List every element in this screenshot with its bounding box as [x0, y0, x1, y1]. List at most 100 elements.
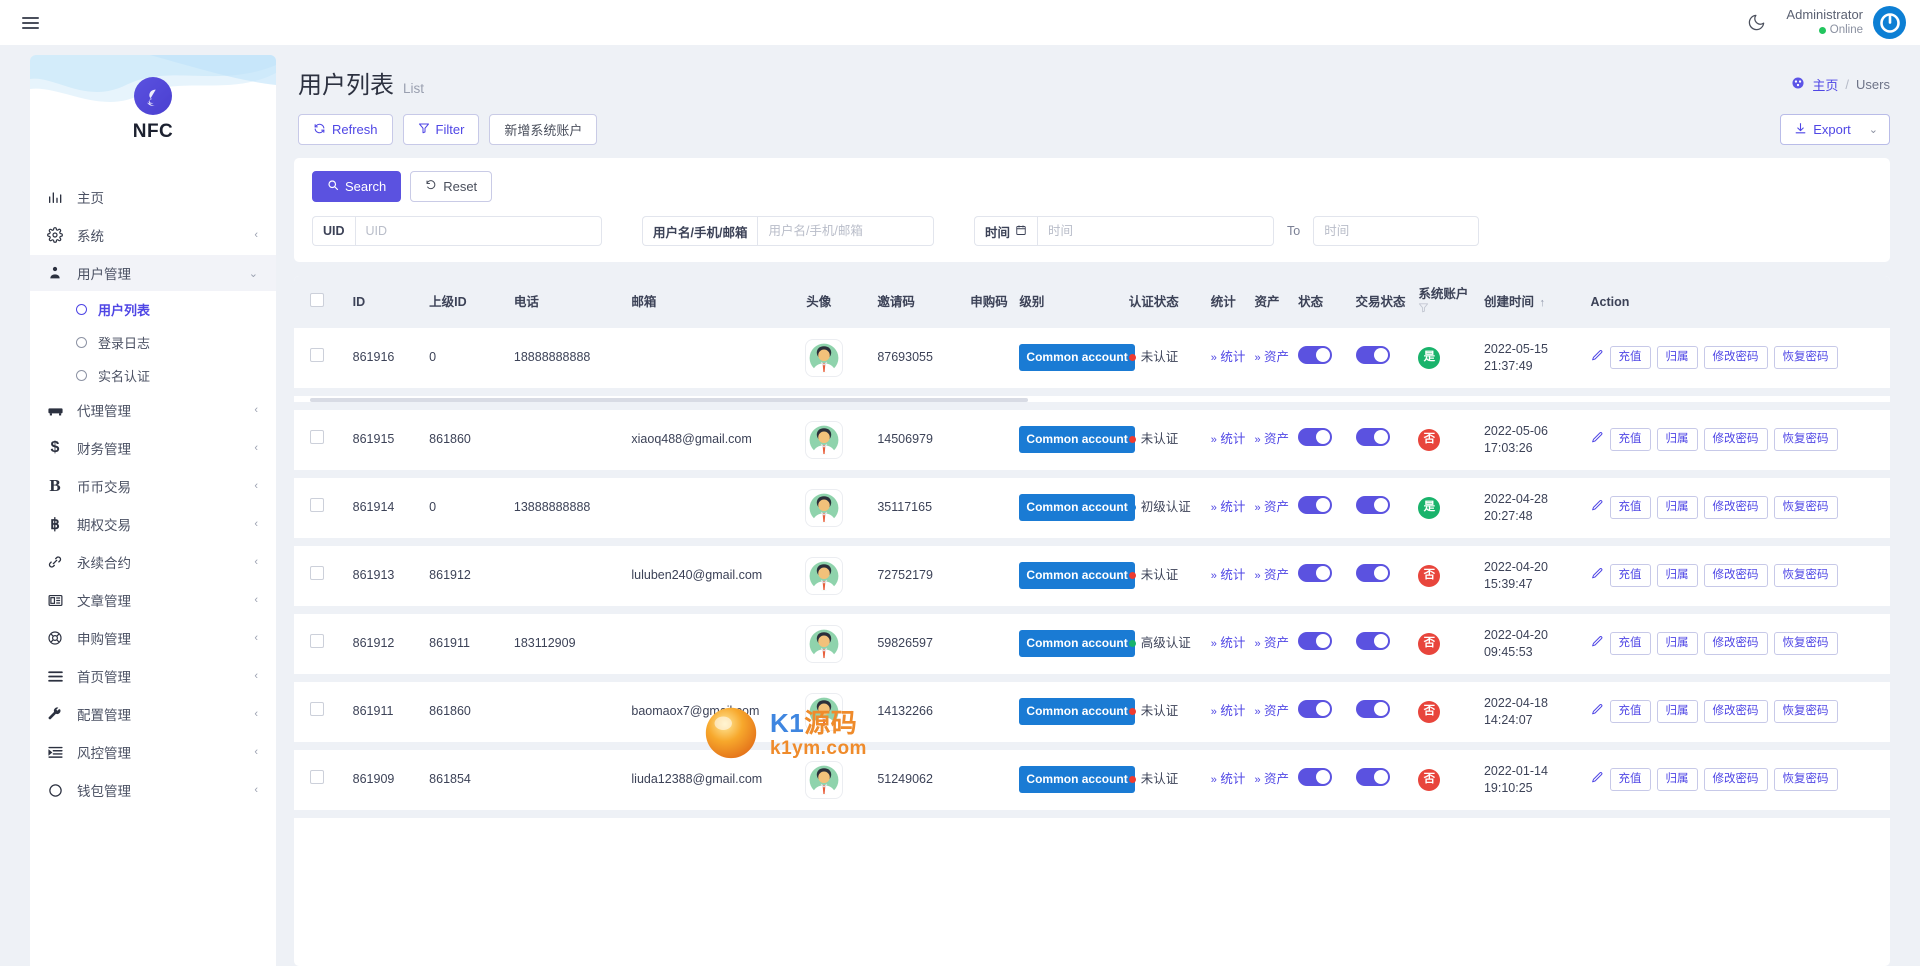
change-password-button[interactable]: 修改密码 — [1703, 346, 1768, 369]
trade-status-toggle[interactable] — [1355, 700, 1390, 719]
sidebar-item-finance-management[interactable]: $ 财务管理 ‹ — [30, 430, 276, 466]
reset-button[interactable]: Reset — [410, 171, 493, 202]
statistics-link[interactable]: » 统计 — [1211, 432, 1246, 446]
change-password-button[interactable]: 修改密码 — [1703, 700, 1768, 723]
sidebar-item-system[interactable]: 系统 ‹ — [30, 217, 276, 253]
attribution-button[interactable]: 归属 — [1656, 700, 1698, 723]
uid-input[interactable] — [354, 216, 602, 246]
assets-link[interactable]: » 资产 — [1254, 704, 1289, 718]
recharge-button[interactable]: 充值 — [1609, 496, 1651, 519]
pencil-icon[interactable] — [1591, 700, 1604, 716]
refresh-button[interactable]: Refresh — [298, 114, 393, 145]
sidebar-subitem-user-list[interactable]: 用户列表 — [30, 293, 276, 326]
username-input[interactable] — [757, 216, 934, 246]
funnel-icon[interactable] — [1418, 302, 1476, 317]
restore-password-button[interactable]: 恢复密码 — [1773, 768, 1838, 791]
select-all-checkbox[interactable] — [310, 292, 324, 307]
col-id[interactable]: ID — [348, 276, 426, 328]
statistics-link[interactable]: » 统计 — [1211, 568, 1246, 582]
sidebar-item-risk-management[interactable]: 风控管理 ‹ — [30, 734, 276, 770]
assets-link[interactable]: » 资产 — [1254, 772, 1289, 786]
assets-link[interactable]: » 资产 — [1254, 568, 1289, 582]
sidebar-item-config-management[interactable]: 配置管理 ‹ — [30, 696, 276, 732]
restore-password-button[interactable]: 恢复密码 — [1773, 564, 1838, 587]
start-time-input[interactable] — [1037, 216, 1274, 246]
row-checkbox[interactable] — [310, 430, 324, 445]
recharge-button[interactable]: 充值 — [1609, 632, 1651, 655]
restore-password-button[interactable]: 恢复密码 — [1773, 632, 1838, 655]
sidebar-subitem-real-name-auth[interactable]: 实名认证 — [30, 359, 276, 392]
recharge-button[interactable]: 充值 — [1609, 428, 1651, 451]
attribution-button[interactable]: 归属 — [1656, 428, 1698, 451]
row-checkbox[interactable] — [310, 634, 324, 649]
trade-status-toggle[interactable] — [1355, 428, 1390, 447]
col-level[interactable]: 级别 — [1015, 276, 1125, 328]
pencil-icon[interactable] — [1591, 564, 1604, 580]
change-password-button[interactable]: 修改密码 — [1703, 564, 1768, 587]
sidebar-item-option-trade[interactable]: ฿ 期权交易 ‹ — [30, 506, 276, 542]
add-system-account-button[interactable]: 新增系统账户 — [489, 114, 598, 145]
user-menu[interactable]: Administrator Online — [1786, 6, 1906, 39]
pencil-icon[interactable] — [1591, 632, 1604, 648]
table-row[interactable]: 861916 0 18888888888 87693055 Common account… — [294, 327, 1890, 396]
table-row[interactable]: 861913 861912 luluben240@gmail.com 72752179… — [294, 541, 1890, 614]
row-checkbox[interactable] — [310, 566, 324, 581]
pencil-icon[interactable] — [1591, 768, 1604, 784]
statistics-link[interactable]: » 统计 — [1211, 704, 1246, 718]
sidebar-item-coin-trade[interactable]: B 币币交易 ‹ — [30, 468, 276, 504]
col-invite-code[interactable]: 邀请码 — [873, 276, 967, 328]
status-toggle[interactable] — [1298, 700, 1333, 719]
col-phone[interactable]: 电话 — [509, 276, 628, 328]
pencil-icon[interactable] — [1591, 428, 1604, 444]
change-password-button[interactable]: 修改密码 — [1703, 632, 1768, 655]
assets-link[interactable]: » 资产 — [1254, 500, 1289, 514]
status-toggle[interactable] — [1298, 346, 1333, 365]
change-password-button[interactable]: 修改密码 — [1703, 768, 1768, 791]
pencil-icon[interactable] — [1591, 496, 1604, 512]
trade-status-toggle[interactable] — [1355, 346, 1390, 365]
sidebar-item-perpetual-contract[interactable]: 永续合约 ‹ — [30, 544, 276, 580]
sidebar-item-purchase-management[interactable]: 申购管理 ‹ — [30, 620, 276, 656]
row-checkbox[interactable] — [310, 348, 324, 363]
trade-status-toggle[interactable] — [1355, 768, 1390, 787]
moon-icon[interactable] — [1742, 9, 1770, 37]
statistics-link[interactable]: » 统计 — [1211, 500, 1246, 514]
sidebar-item-article-management[interactable]: 文章管理 ‹ — [30, 582, 276, 618]
change-password-button[interactable]: 修改密码 — [1703, 496, 1768, 519]
recharge-button[interactable]: 充值 — [1609, 700, 1651, 723]
table-scroll-area[interactable]: ID 上级ID 电话 邮箱 头像 邀请码 申购码 级别 认证状态 统计 资产 状… — [294, 276, 1890, 966]
filter-button[interactable]: Filter — [402, 114, 480, 145]
attribution-button[interactable]: 归属 — [1656, 564, 1698, 587]
assets-link[interactable]: » 资产 — [1254, 432, 1289, 446]
statistics-link[interactable]: » 统计 — [1211, 350, 1246, 364]
attribution-button[interactable]: 归属 — [1656, 346, 1698, 369]
row-checkbox[interactable] — [310, 702, 324, 717]
col-email[interactable]: 邮箱 — [627, 276, 803, 328]
export-button[interactable]: Export ⌄ — [1780, 114, 1890, 145]
search-button[interactable]: Search — [312, 171, 402, 202]
table-row[interactable]: 861914 0 13888888888 35117165 Common account… — [294, 473, 1890, 546]
attribution-button[interactable]: 归属 — [1656, 768, 1698, 791]
table-row[interactable]: 861915 861860 xiaoq488@gmail.com 14506979 Co… — [294, 405, 1890, 478]
restore-password-button[interactable]: 恢复密码 — [1773, 700, 1838, 723]
breadcrumb-home[interactable]: 主页 — [1812, 75, 1838, 94]
row-checkbox[interactable] — [310, 770, 324, 785]
col-system-account[interactable]: 系统账户 — [1414, 276, 1480, 328]
assets-link[interactable]: » 资产 — [1254, 636, 1289, 650]
table-row[interactable]: 861912 861911 183112909 59826597 Common acco… — [294, 609, 1890, 682]
recharge-button[interactable]: 充值 — [1609, 768, 1651, 791]
recharge-button[interactable]: 充值 — [1609, 564, 1651, 587]
status-toggle[interactable] — [1298, 564, 1333, 583]
horizontal-scrollbar[interactable] — [310, 397, 1029, 402]
restore-password-button[interactable]: 恢复密码 — [1773, 496, 1838, 519]
sidebar-item-home[interactable]: 主页 — [30, 179, 276, 215]
col-created-time[interactable]: 创建时间 ↑ — [1479, 276, 1587, 328]
sidebar-item-wallet-management[interactable]: 钱包管理 ‹ — [30, 772, 276, 808]
table-row[interactable]: 861909 861854 liuda12388@gmail.com 51249062… — [294, 745, 1890, 818]
sidebar-subitem-login-log[interactable]: 登录日志 — [30, 326, 276, 359]
row-checkbox[interactable] — [310, 498, 324, 513]
status-toggle[interactable] — [1298, 428, 1333, 447]
trade-status-toggle[interactable] — [1355, 632, 1390, 651]
restore-password-button[interactable]: 恢复密码 — [1773, 346, 1838, 369]
col-auth-status[interactable]: 认证状态 — [1124, 276, 1207, 328]
